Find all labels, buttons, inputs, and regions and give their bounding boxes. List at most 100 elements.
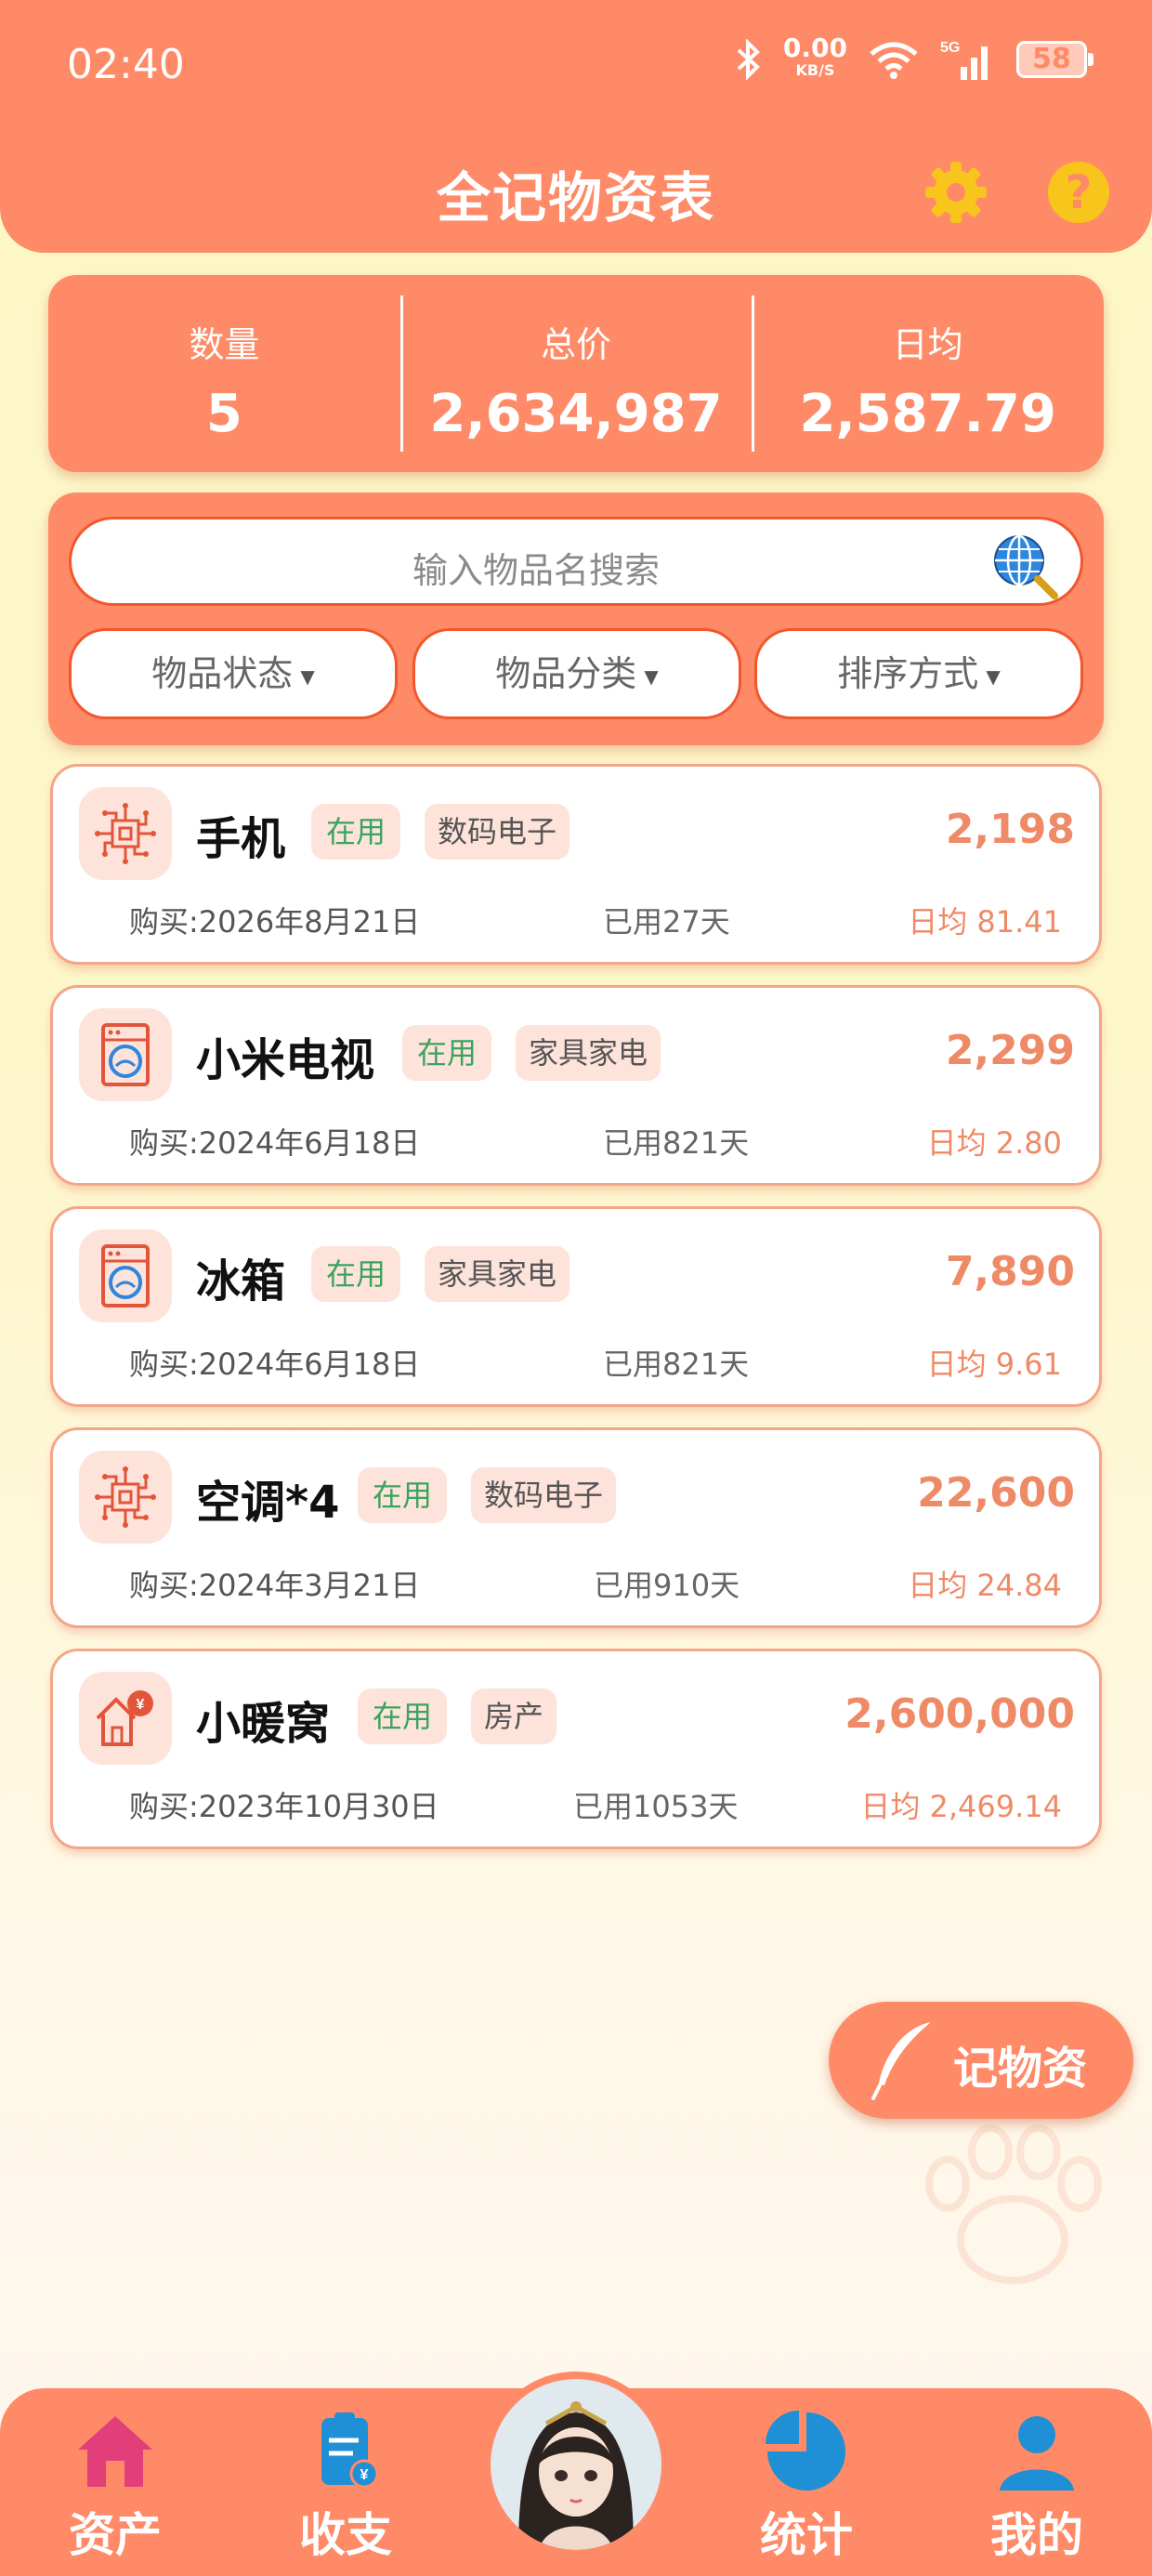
item-daily-cost: 日均 9.61 (926, 1347, 1062, 1382)
category-badge: 数码电子 (425, 804, 570, 860)
stat-total-value: 2,634,987 (429, 384, 723, 444)
category-badge: 数码电子 (471, 1467, 617, 1523)
search-input[interactable]: 输入物品名搜索 (69, 517, 1083, 606)
item-tags: 在用 数码电子 (311, 804, 570, 860)
nav-mine[interactable]: 我的 (962, 2388, 1111, 2565)
item-purchase-date: 购买:2026年8月21日 (129, 904, 421, 940)
item-name: 手机 (196, 813, 286, 865)
item-daily-cost: 日均 24.84 (908, 1568, 1062, 1603)
item-days-used: 已用27天 (603, 904, 730, 940)
circuit-icon (95, 1466, 156, 1528)
item-daily-cost: 日均 81.41 (908, 904, 1062, 940)
item-days-used: 已用821天 (603, 1347, 750, 1382)
caret-down-icon: ▼ (300, 664, 315, 688)
category-badge: 房产 (471, 1689, 557, 1744)
item-purchase-date: 购买:2023年10月30日 (129, 1789, 439, 1824)
item-tags: 在用 家具家电 (311, 1246, 570, 1302)
add-item-button[interactable]: 记物资 (829, 2002, 1133, 2119)
item-purchase-date: 购买:2024年3月21日 (129, 1568, 421, 1603)
stat-daily-label: 日均 (892, 324, 963, 365)
item-icon (79, 787, 172, 880)
nav-income-expense[interactable]: ¥ 收支 (271, 2388, 420, 2565)
pie-chart-icon (766, 2411, 845, 2491)
stat-total-label: 总价 (541, 324, 612, 365)
avatar-button[interactable] (483, 2372, 669, 2557)
house-money-icon: ¥ (96, 1690, 153, 1746)
gear-icon (925, 162, 987, 223)
item-days-used: 已用1053天 (573, 1789, 739, 1824)
filter-panel: 输入物品名搜索 物品状态 ▼ 物品分类 ▼ 排序方式 ▼ (48, 493, 1104, 745)
stat-count-label: 数量 (189, 324, 260, 365)
nav-assets-label: 资产 (69, 2508, 162, 2562)
item-tags: 在用 家具家电 (402, 1025, 661, 1081)
stat-daily: 日均 2,587.79 (752, 275, 1104, 472)
user-icon (1000, 2416, 1074, 2491)
category-badge: 家具家电 (516, 1025, 661, 1081)
item-card[interactable]: 空调*4 在用 数码电子 22,600 购买:2024年3月21日 已用910天… (50, 1427, 1102, 1628)
stat-daily-value: 2,587.79 (799, 384, 1056, 444)
caret-down-icon: ▼ (986, 664, 1001, 688)
home-icon (78, 2416, 152, 2487)
item-tags: 在用 房产 (358, 1689, 557, 1744)
item-days-used: 已用910天 (594, 1568, 740, 1603)
item-days-used: 已用821天 (603, 1125, 750, 1161)
status-filter-dropdown[interactable]: 物品状态 ▼ (69, 628, 398, 719)
status-time: 02:40 (67, 41, 185, 88)
status-filter-label: 物品状态 (151, 653, 294, 694)
search-placeholder: 输入物品名搜索 (412, 550, 660, 591)
washer-icon (101, 1023, 150, 1086)
item-daily-cost: 日均 2,469.14 (860, 1789, 1062, 1824)
net-speed: 0.00 KB/S (782, 33, 847, 80)
globe-search-icon[interactable] (989, 531, 1060, 601)
item-icon (79, 1008, 172, 1101)
bluetooth-icon (737, 39, 760, 80)
item-price: 2,198 (945, 806, 1075, 853)
settings-button[interactable] (923, 160, 988, 225)
stat-count-value: 5 (205, 384, 242, 444)
help-icon: ? (1065, 165, 1093, 219)
svg-text:5G: 5G (940, 40, 960, 56)
wifi-icon (870, 42, 918, 79)
item-icon: ¥ (79, 1672, 172, 1765)
status-badge: 在用 (402, 1025, 492, 1081)
svg-text:¥: ¥ (360, 2467, 369, 2483)
item-price: 2,299 (945, 1027, 1075, 1074)
item-icon (79, 1229, 172, 1322)
category-filter-dropdown[interactable]: 物品分类 ▼ (412, 628, 741, 719)
add-item-label: 记物资 (953, 2043, 1088, 2095)
item-name: 冰箱 (196, 1255, 286, 1308)
nav-assets[interactable]: 资产 (41, 2388, 190, 2565)
item-icon (79, 1451, 172, 1544)
item-price: 2,600,000 (844, 1690, 1075, 1738)
battery-indicator: 58 (1016, 41, 1093, 78)
cell-signal-icon: 5G (940, 40, 988, 80)
category-badge: 家具家电 (425, 1246, 570, 1302)
stat-count: 数量 5 (48, 275, 400, 472)
nav-stats-label: 统计 (760, 2508, 853, 2562)
item-name: 小暖窝 (196, 1698, 331, 1750)
circuit-icon (95, 803, 156, 864)
status-badge: 在用 (358, 1467, 448, 1523)
item-daily-cost: 日均 2.80 (926, 1125, 1062, 1161)
help-button[interactable]: ? (1048, 162, 1109, 223)
sort-dropdown[interactable]: 排序方式 ▼ (754, 628, 1083, 719)
nav-stats[interactable]: 统计 (732, 2388, 881, 2565)
feather-icon (871, 2021, 932, 2100)
summary-card: 数量 5 总价 2,634,987 日均 2,587.79 (48, 275, 1104, 472)
avatar-portrait-icon (491, 2379, 661, 2550)
item-card[interactable]: 手机 在用 数码电子 2,198 购买:2026年8月21日 已用27天 日均 … (50, 764, 1102, 965)
item-purchase-date: 购买:2024年6月18日 (129, 1125, 421, 1161)
status-icons: 0.00 KB/S 5G 58 (735, 33, 1093, 82)
item-card[interactable]: 冰箱 在用 家具家电 7,890 购买:2024年6月18日 已用821天 日均… (50, 1206, 1102, 1407)
caret-down-icon: ▼ (644, 664, 659, 688)
item-card[interactable]: 小米电视 在用 家具家电 2,299 购买:2024年6月18日 已用821天 … (50, 985, 1102, 1186)
avatar (491, 2379, 661, 2550)
app-header: 02:40 0.00 KB/S 5G 58 全记物资表 ? (0, 0, 1152, 253)
clipboard-icon: ¥ (321, 2412, 379, 2489)
nav-mine-label: 我的 (990, 2508, 1083, 2562)
status-badge: 在用 (311, 1246, 401, 1302)
item-card[interactable]: ¥ 小暖窝 在用 房产 2,600,000 购买:2023年10月30日 已用1… (50, 1649, 1102, 1849)
item-name: 空调*4 (196, 1477, 340, 1529)
svg-text:¥: ¥ (137, 1697, 145, 1713)
washer-icon (101, 1244, 150, 1308)
